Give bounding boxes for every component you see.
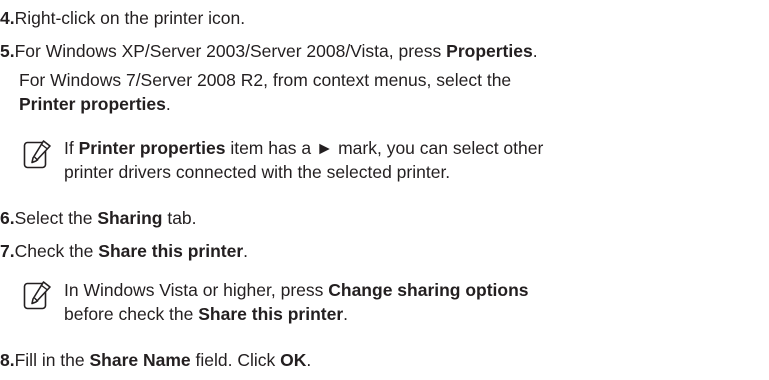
bold-term: Printer properties <box>78 138 226 158</box>
step-number: 6. <box>0 208 15 228</box>
step-5-subtext: For Windows 7/Server 2008 R2, from conte… <box>19 70 512 90</box>
step-5: 5.For Windows XP/Server 2003/Server 2008… <box>0 41 538 61</box>
step-number: 8. <box>0 350 15 370</box>
step-7: 7.Check the Share this printer. <box>0 241 249 261</box>
bold-term: Share this printer <box>198 304 344 324</box>
bold-term: Change sharing options <box>328 280 529 300</box>
note-1-line-1: If Printer properties item has a ► mark,… <box>64 138 544 158</box>
bold-term: Properties <box>446 41 533 61</box>
note-pencil-icon <box>23 280 53 310</box>
bold-term: Sharing <box>97 208 163 228</box>
step-4: 4.Right-click on the printer icon. <box>0 7 245 29</box>
bold-term: Share this printer <box>98 241 244 261</box>
step-5-subtext-2: Printer properties. <box>19 94 171 114</box>
step-number: 7. <box>0 241 15 261</box>
bold-term: Share Name <box>89 350 191 370</box>
step-6: 6.Select the Sharing tab. <box>0 208 197 228</box>
note-2-line-1: In Windows Vista or higher, press Change… <box>64 280 529 300</box>
note-pencil-icon <box>23 139 53 169</box>
step-8: 8.Fill in the Share Name field. Click OK… <box>0 350 312 370</box>
step-number: 4. <box>0 8 15 28</box>
step-text: Right-click on the printer icon. <box>14 8 246 28</box>
note-1-line-2: printer drivers connected with the selec… <box>64 162 451 182</box>
bold-term: Printer properties <box>19 94 166 114</box>
step-number: 5. <box>0 41 15 61</box>
note-2-line-2: before check the Share this printer. <box>64 304 349 324</box>
bold-term: OK <box>280 350 307 370</box>
